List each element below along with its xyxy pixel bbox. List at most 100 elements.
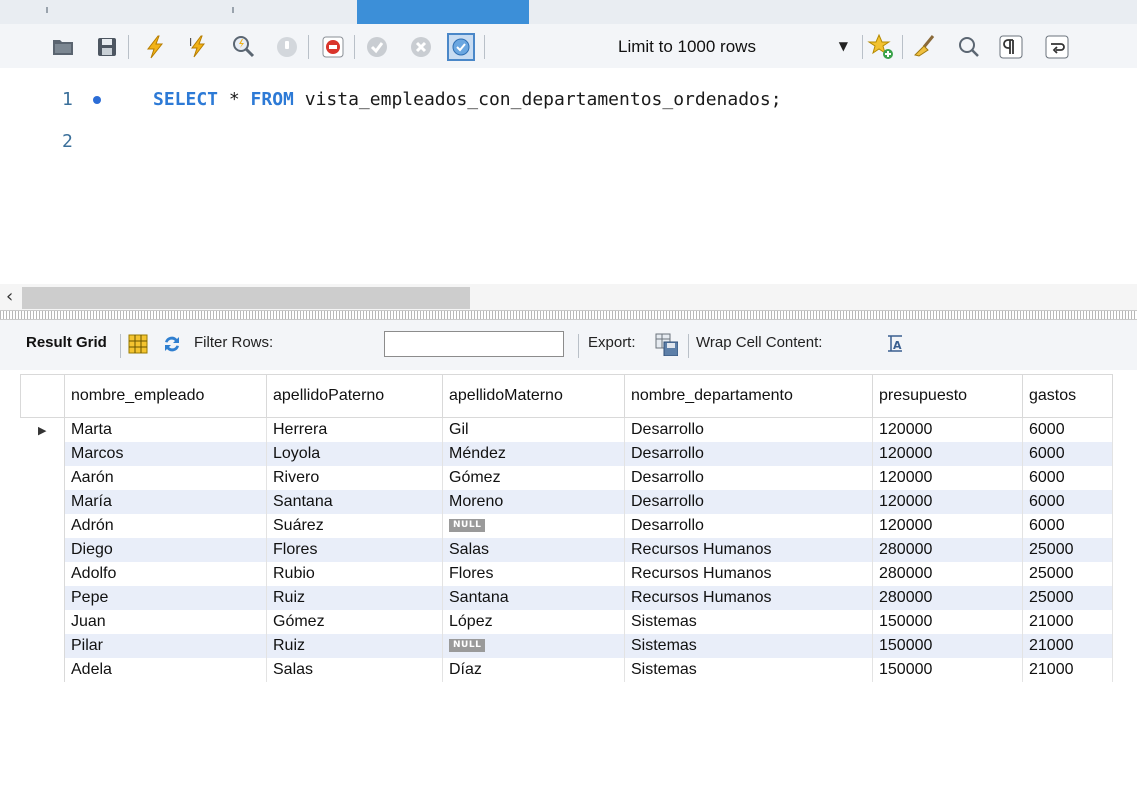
toggle-invisible-chars-button[interactable] (996, 32, 1026, 62)
cell-apellido-materno[interactable]: NULL (442, 514, 625, 538)
table-row[interactable]: Adolfo Rubio Flores Recursos Humanos 280000 2… (20, 562, 1113, 586)
cell-nombre-departamento[interactable]: Sistemas (624, 634, 873, 658)
refresh-icon[interactable] (160, 332, 184, 356)
cell-nombre-departamento[interactable]: Recursos Humanos (624, 562, 873, 586)
cell-gastos[interactable]: 21000 (1022, 658, 1113, 682)
cell-presupuesto[interactable]: 120000 (872, 417, 1023, 442)
cell-apellido-paterno[interactable]: Rivero (266, 466, 443, 490)
row-header[interactable]: ▶ (20, 417, 65, 442)
limit-rows-select[interactable]: Limit to 1000 rows ▼ (610, 32, 856, 62)
cell-presupuesto[interactable]: 150000 (872, 634, 1023, 658)
tab-active-query[interactable] (357, 0, 529, 24)
cell-nombre-departamento[interactable]: Desarrollo (624, 514, 873, 538)
cell-presupuesto[interactable]: 150000 (872, 658, 1023, 682)
column-header-gastos[interactable]: gastos (1022, 374, 1113, 418)
cell-apellido-materno[interactable]: López (442, 610, 625, 634)
cell-nombre-empleado[interactable]: Juan (64, 610, 267, 634)
cell-nombre-empleado[interactable]: María (64, 490, 267, 514)
cell-nombre-departamento[interactable]: Desarrollo (624, 490, 873, 514)
cell-apellido-paterno[interactable]: Herrera (266, 417, 443, 442)
cell-apellido-materno[interactable]: Moreno (442, 490, 625, 514)
result-grid-tab[interactable]: Result Grid (26, 334, 107, 351)
cell-apellido-paterno[interactable]: Salas (266, 658, 443, 682)
cell-presupuesto[interactable]: 280000 (872, 538, 1023, 562)
cell-apellido-materno[interactable]: NULL (442, 634, 625, 658)
cell-apellido-paterno[interactable]: Ruiz (266, 586, 443, 610)
cell-gastos[interactable]: 25000 (1022, 538, 1113, 562)
cell-gastos[interactable]: 25000 (1022, 586, 1113, 610)
cell-apellido-paterno[interactable]: Loyola (266, 442, 443, 466)
row-header[interactable] (20, 658, 65, 682)
cell-nombre-empleado[interactable]: Adela (64, 658, 267, 682)
rollback-button[interactable] (406, 32, 436, 62)
sql-statement[interactable]: SELECT * FROM vista_empleados_con_depart… (153, 89, 782, 110)
table-row[interactable]: Adrón Suárez NULL Desarrollo 120000 6000 (20, 514, 1113, 538)
cell-apellido-materno[interactable]: Díaz (442, 658, 625, 682)
cell-apellido-materno[interactable]: Gil (442, 417, 625, 442)
beautify-button[interactable] (910, 32, 940, 62)
cell-apellido-paterno[interactable]: Santana (266, 490, 443, 514)
cell-presupuesto[interactable]: 120000 (872, 466, 1023, 490)
column-header-apellido-materno[interactable]: apellidoMaterno (442, 374, 625, 418)
row-header[interactable] (20, 610, 65, 634)
cell-nombre-departamento[interactable]: Desarrollo (624, 466, 873, 490)
cell-nombre-empleado[interactable]: Marcos (64, 442, 267, 466)
table-row[interactable]: Marcos Loyola Méndez Desarrollo 120000 6000 (20, 442, 1113, 466)
cell-nombre-departamento[interactable]: Desarrollo (624, 417, 873, 442)
row-header[interactable] (20, 490, 65, 514)
autocommit-toggle[interactable] (446, 32, 476, 62)
open-script-button[interactable] (48, 32, 78, 62)
table-row[interactable]: Diego Flores Salas Recursos Humanos 280000 25… (20, 538, 1113, 562)
scroll-left-icon[interactable]: ‹ (6, 286, 13, 307)
row-header[interactable] (20, 538, 65, 562)
execute-all-button[interactable] (140, 32, 170, 62)
cell-nombre-empleado[interactable]: Pilar (64, 634, 267, 658)
filter-rows-input[interactable] (384, 331, 564, 357)
panel-splitter[interactable] (0, 310, 1137, 320)
table-row[interactable]: Adela Salas Díaz Sistemas 150000 21000 (20, 658, 1113, 682)
cell-nombre-empleado[interactable]: Adrón (64, 514, 267, 538)
export-icon[interactable] (654, 332, 678, 356)
cell-gastos[interactable]: 6000 (1022, 442, 1113, 466)
cell-gastos[interactable]: 6000 (1022, 417, 1113, 442)
cell-gastos[interactable]: 21000 (1022, 610, 1113, 634)
cell-nombre-empleado[interactable]: Adolfo (64, 562, 267, 586)
table-row[interactable]: ▶ Marta Herrera Gil Desarrollo 120000 6000 (20, 417, 1113, 442)
column-header-nombre-empleado[interactable]: nombre_empleado (64, 374, 267, 418)
row-header[interactable] (20, 442, 65, 466)
table-row[interactable]: María Santana Moreno Desarrollo 120000 6000 (20, 490, 1113, 514)
wrap-cell-toggle-icon[interactable]: A (884, 332, 908, 356)
cell-gastos[interactable]: 6000 (1022, 514, 1113, 538)
cell-gastos[interactable]: 6000 (1022, 490, 1113, 514)
cell-gastos[interactable]: 25000 (1022, 562, 1113, 586)
row-header[interactable] (20, 514, 65, 538)
cell-presupuesto[interactable]: 280000 (872, 562, 1023, 586)
save-script-button[interactable] (92, 32, 122, 62)
cell-apellido-paterno[interactable]: Ruiz (266, 634, 443, 658)
cell-nombre-empleado[interactable]: Marta (64, 417, 267, 442)
cell-nombre-departamento[interactable]: Sistemas (624, 610, 873, 634)
sql-editor[interactable]: 1 SELECT * FROM vista_empleados_con_depa… (0, 68, 1137, 284)
result-grid[interactable]: nombre_empleado apellidoPaterno apellido… (20, 374, 1120, 784)
table-row[interactable]: Pepe Ruiz Santana Recursos Humanos 280000 250… (20, 586, 1113, 610)
cell-apellido-materno[interactable]: Gómez (442, 466, 625, 490)
cell-nombre-departamento[interactable]: Recursos Humanos (624, 538, 873, 562)
scrollbar-thumb[interactable] (22, 287, 470, 309)
find-replace-button[interactable] (954, 32, 984, 62)
cell-apellido-materno[interactable]: Flores (442, 562, 625, 586)
row-header[interactable] (20, 562, 65, 586)
cell-apellido-materno[interactable]: Méndez (442, 442, 625, 466)
cell-nombre-empleado[interactable]: Pepe (64, 586, 267, 610)
cell-nombre-departamento[interactable]: Desarrollo (624, 442, 873, 466)
cell-presupuesto[interactable]: 280000 (872, 586, 1023, 610)
column-header-apellido-paterno[interactable]: apellidoPaterno (266, 374, 443, 418)
grid-layout-icon[interactable] (126, 332, 150, 356)
commit-button[interactable] (362, 32, 392, 62)
row-header[interactable] (20, 466, 65, 490)
cell-apellido-materno[interactable]: Salas (442, 538, 625, 562)
cell-presupuesto[interactable]: 120000 (872, 514, 1023, 538)
cell-nombre-departamento[interactable]: Recursos Humanos (624, 586, 873, 610)
table-row[interactable]: Juan Gómez López Sistemas 150000 21000 (20, 610, 1113, 634)
row-header[interactable] (20, 586, 65, 610)
column-header-nombre-departamento[interactable]: nombre_departamento (624, 374, 873, 418)
